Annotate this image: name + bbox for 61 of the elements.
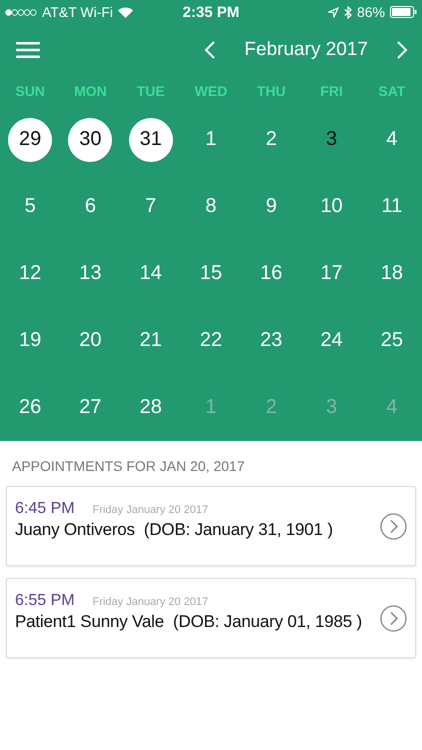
calendar-day[interactable]: 16 <box>249 252 294 296</box>
weekday-label: THU <box>256 83 286 99</box>
weekday-label: FRI <box>320 83 343 99</box>
weekday-label: SAT <box>378 83 406 99</box>
calendar-day[interactable]: 18 <box>370 252 414 296</box>
calendar-day[interactable]: 17 <box>310 252 354 296</box>
calendar-day[interactable]: 27 <box>68 386 112 430</box>
calendar-day[interactable]: 31 <box>128 118 173 162</box>
menu-button[interactable] <box>16 41 40 59</box>
calendar-day[interactable]: 30 <box>68 118 112 162</box>
calendar-day[interactable]: 6 <box>68 184 112 228</box>
battery-percent: 86% <box>356 4 386 20</box>
calendar-day[interactable]: 25 <box>370 318 414 362</box>
previous-month-button[interactable] <box>204 41 216 59</box>
appointment-time: 6:55 PM <box>15 592 75 610</box>
next-month-button[interactable] <box>396 41 408 59</box>
calendar-day[interactable]: 7 <box>128 184 173 228</box>
calendar-day[interactable]: 1 <box>188 118 233 162</box>
calendar-day[interactable]: 23 <box>249 318 294 362</box>
patient-name: Juany Ontiveros (DOB: January 31, 1901 ) <box>15 520 334 540</box>
calendar-day[interactable]: 29 <box>8 118 52 162</box>
appointment-card[interactable]: 6:55 PM Friday January 20 2017 Patient1 Sunny Vale (DOB: January 01, 1985 ) <box>6 578 416 658</box>
month-title: February 2017 <box>244 39 368 61</box>
status-time: 2:35 PM <box>182 4 240 20</box>
calendar-day[interactable]: 20 <box>68 318 112 362</box>
chevron-right-icon[interactable] <box>380 512 407 540</box>
appointment-card[interactable]: 6:45 PM Friday January 20 2017 Juany Ontiveros (DOB: January 31, 1901 ) <box>6 486 416 566</box>
calendar-day[interactable]: 5 <box>8 184 52 228</box>
calendar-day[interactable]: 2 <box>249 118 294 162</box>
calendar-day[interactable]: 9 <box>249 184 294 228</box>
appointment-time: 6:45 PM <box>15 500 75 518</box>
calendar-day[interactable]: 26 <box>8 386 52 430</box>
chevron-right-icon[interactable] <box>380 604 407 632</box>
calendar-day[interactable]: 24 <box>310 318 354 362</box>
carrier-name: AT&T Wi-Fi <box>42 4 114 20</box>
calendar-day[interactable]: 3 <box>310 118 354 162</box>
calendar-day[interactable]: 4 <box>370 118 414 162</box>
calendar-day[interactable]: 22 <box>188 318 233 362</box>
calendar-day[interactable]: 19 <box>8 318 52 362</box>
signal-icon <box>5 8 37 16</box>
calendar-day[interactable]: 14 <box>128 252 173 296</box>
battery-icon <box>390 6 418 18</box>
calendar-day[interactable]: 8 <box>188 184 233 228</box>
calendar-day[interactable]: 21 <box>128 318 173 362</box>
calendar-day[interactable]: 28 <box>128 386 173 430</box>
calendar-day[interactable]: 10 <box>310 184 354 228</box>
calendar-day[interactable]: 13 <box>68 252 112 296</box>
calendar-day[interactable]: 12 <box>8 252 52 296</box>
weekday-label: WED <box>194 83 228 99</box>
weekday-label: SUN <box>15 83 45 99</box>
appointment-date: Friday January 20 2017 <box>92 596 208 608</box>
calendar-day[interactable]: 11 <box>370 184 414 228</box>
patient-name: Patient1 Sunny Vale (DOB: January 01, 1985 ) <box>15 612 363 632</box>
appointment-date: Friday January 20 2017 <box>92 504 208 516</box>
weekday-label: TUE <box>136 83 165 99</box>
calendar-day[interactable]: 15 <box>188 252 233 296</box>
weekday-label: MON <box>74 83 107 99</box>
appointments-heading: APPOINTMENTS FOR JAN 20, 2017 <box>11 457 246 476</box>
bluetooth-icon <box>344 6 352 18</box>
location-icon <box>328 6 339 18</box>
wifi-icon <box>118 6 134 18</box>
